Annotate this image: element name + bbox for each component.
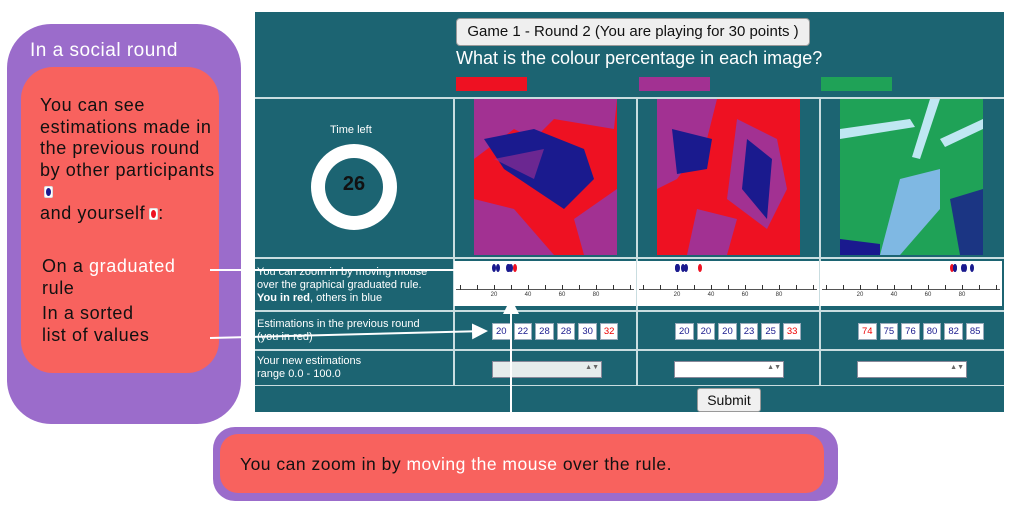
zoom-callout-text: You can zoom in by moving the mouse over… <box>240 454 672 474</box>
